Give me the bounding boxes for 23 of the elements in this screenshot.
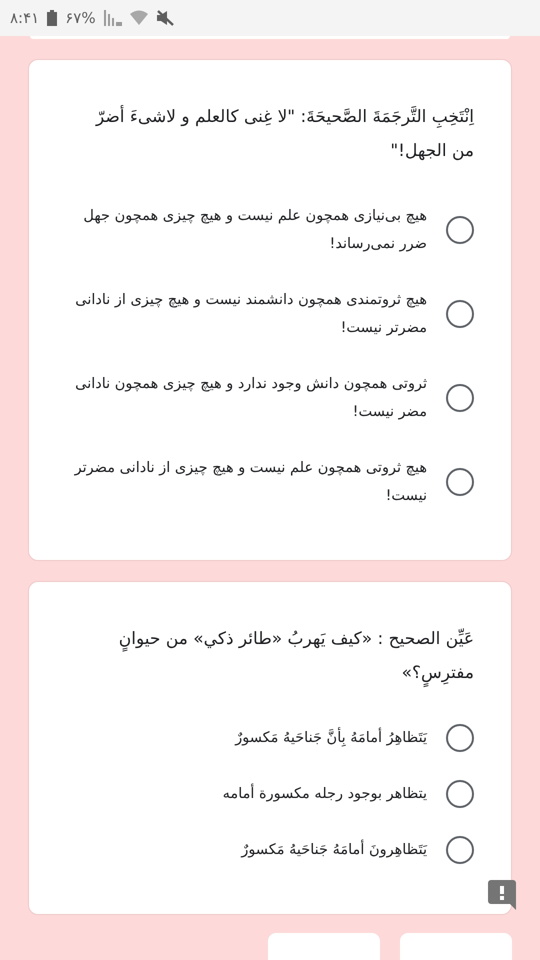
- battery-percent: ۶۷%: [65, 8, 96, 29]
- feedback-icon[interactable]: [488, 880, 516, 910]
- radio-button[interactable]: [446, 300, 474, 328]
- option-label: هیچ ثروتمندی همچون دانشمند نیست و هیچ چیزی از نادانی مضرتر نیست!: [74, 291, 427, 338]
- option-label: ثروتی همچون دانش وجود ندارد و هیچ چیزی همچون نادانی مضر نیست!: [74, 375, 427, 422]
- radio-button[interactable]: [446, 836, 474, 864]
- mute-icon: [156, 10, 174, 26]
- radio-button[interactable]: [446, 468, 474, 496]
- radio-button[interactable]: [446, 724, 474, 752]
- radio-button[interactable]: [446, 216, 474, 244]
- status-time: ۸:۴۱: [10, 8, 40, 29]
- signal-icon: [104, 10, 122, 26]
- option-label: هیچ ثروتی همچون علم نیست و هیچ چیزی از نادانی مضرتر نیست!: [74, 459, 427, 506]
- option-label: يَتَظاهِرونَ أمامَهُ جَناحَيهُ مَكسورٌ: [74, 836, 427, 864]
- option-label: يتظاهر بوجود رجله مكسورة أمامه: [74, 780, 427, 808]
- wifi-icon: [130, 10, 148, 26]
- radio-button[interactable]: [446, 780, 474, 808]
- radio-button[interactable]: [446, 384, 474, 412]
- battery-icon: [47, 10, 58, 26]
- option-label: يَتَظاهِرُ أمامَهُ بِأنَّ جَناحَيهُ مَكسورٌ: [74, 724, 427, 752]
- question-text: اِنْتَخِبِ التَّرجَمَةَ الصَّحيحَةَ: "لا غِنی کالعلم و لاشیءَ أضرّ من الجهل!": [94, 104, 474, 163]
- option-label: هیچ بی‌نیازی همچون علم نیست و هیچ چیزی همچون جهل ضرر نمی‌رساند!: [82, 207, 427, 254]
- question-text: عَيِّن الصحيح : «كيف يَهربُ «طائر ذكي» من حيوانٍ مفترِسٍ؟»: [74, 622, 474, 690]
